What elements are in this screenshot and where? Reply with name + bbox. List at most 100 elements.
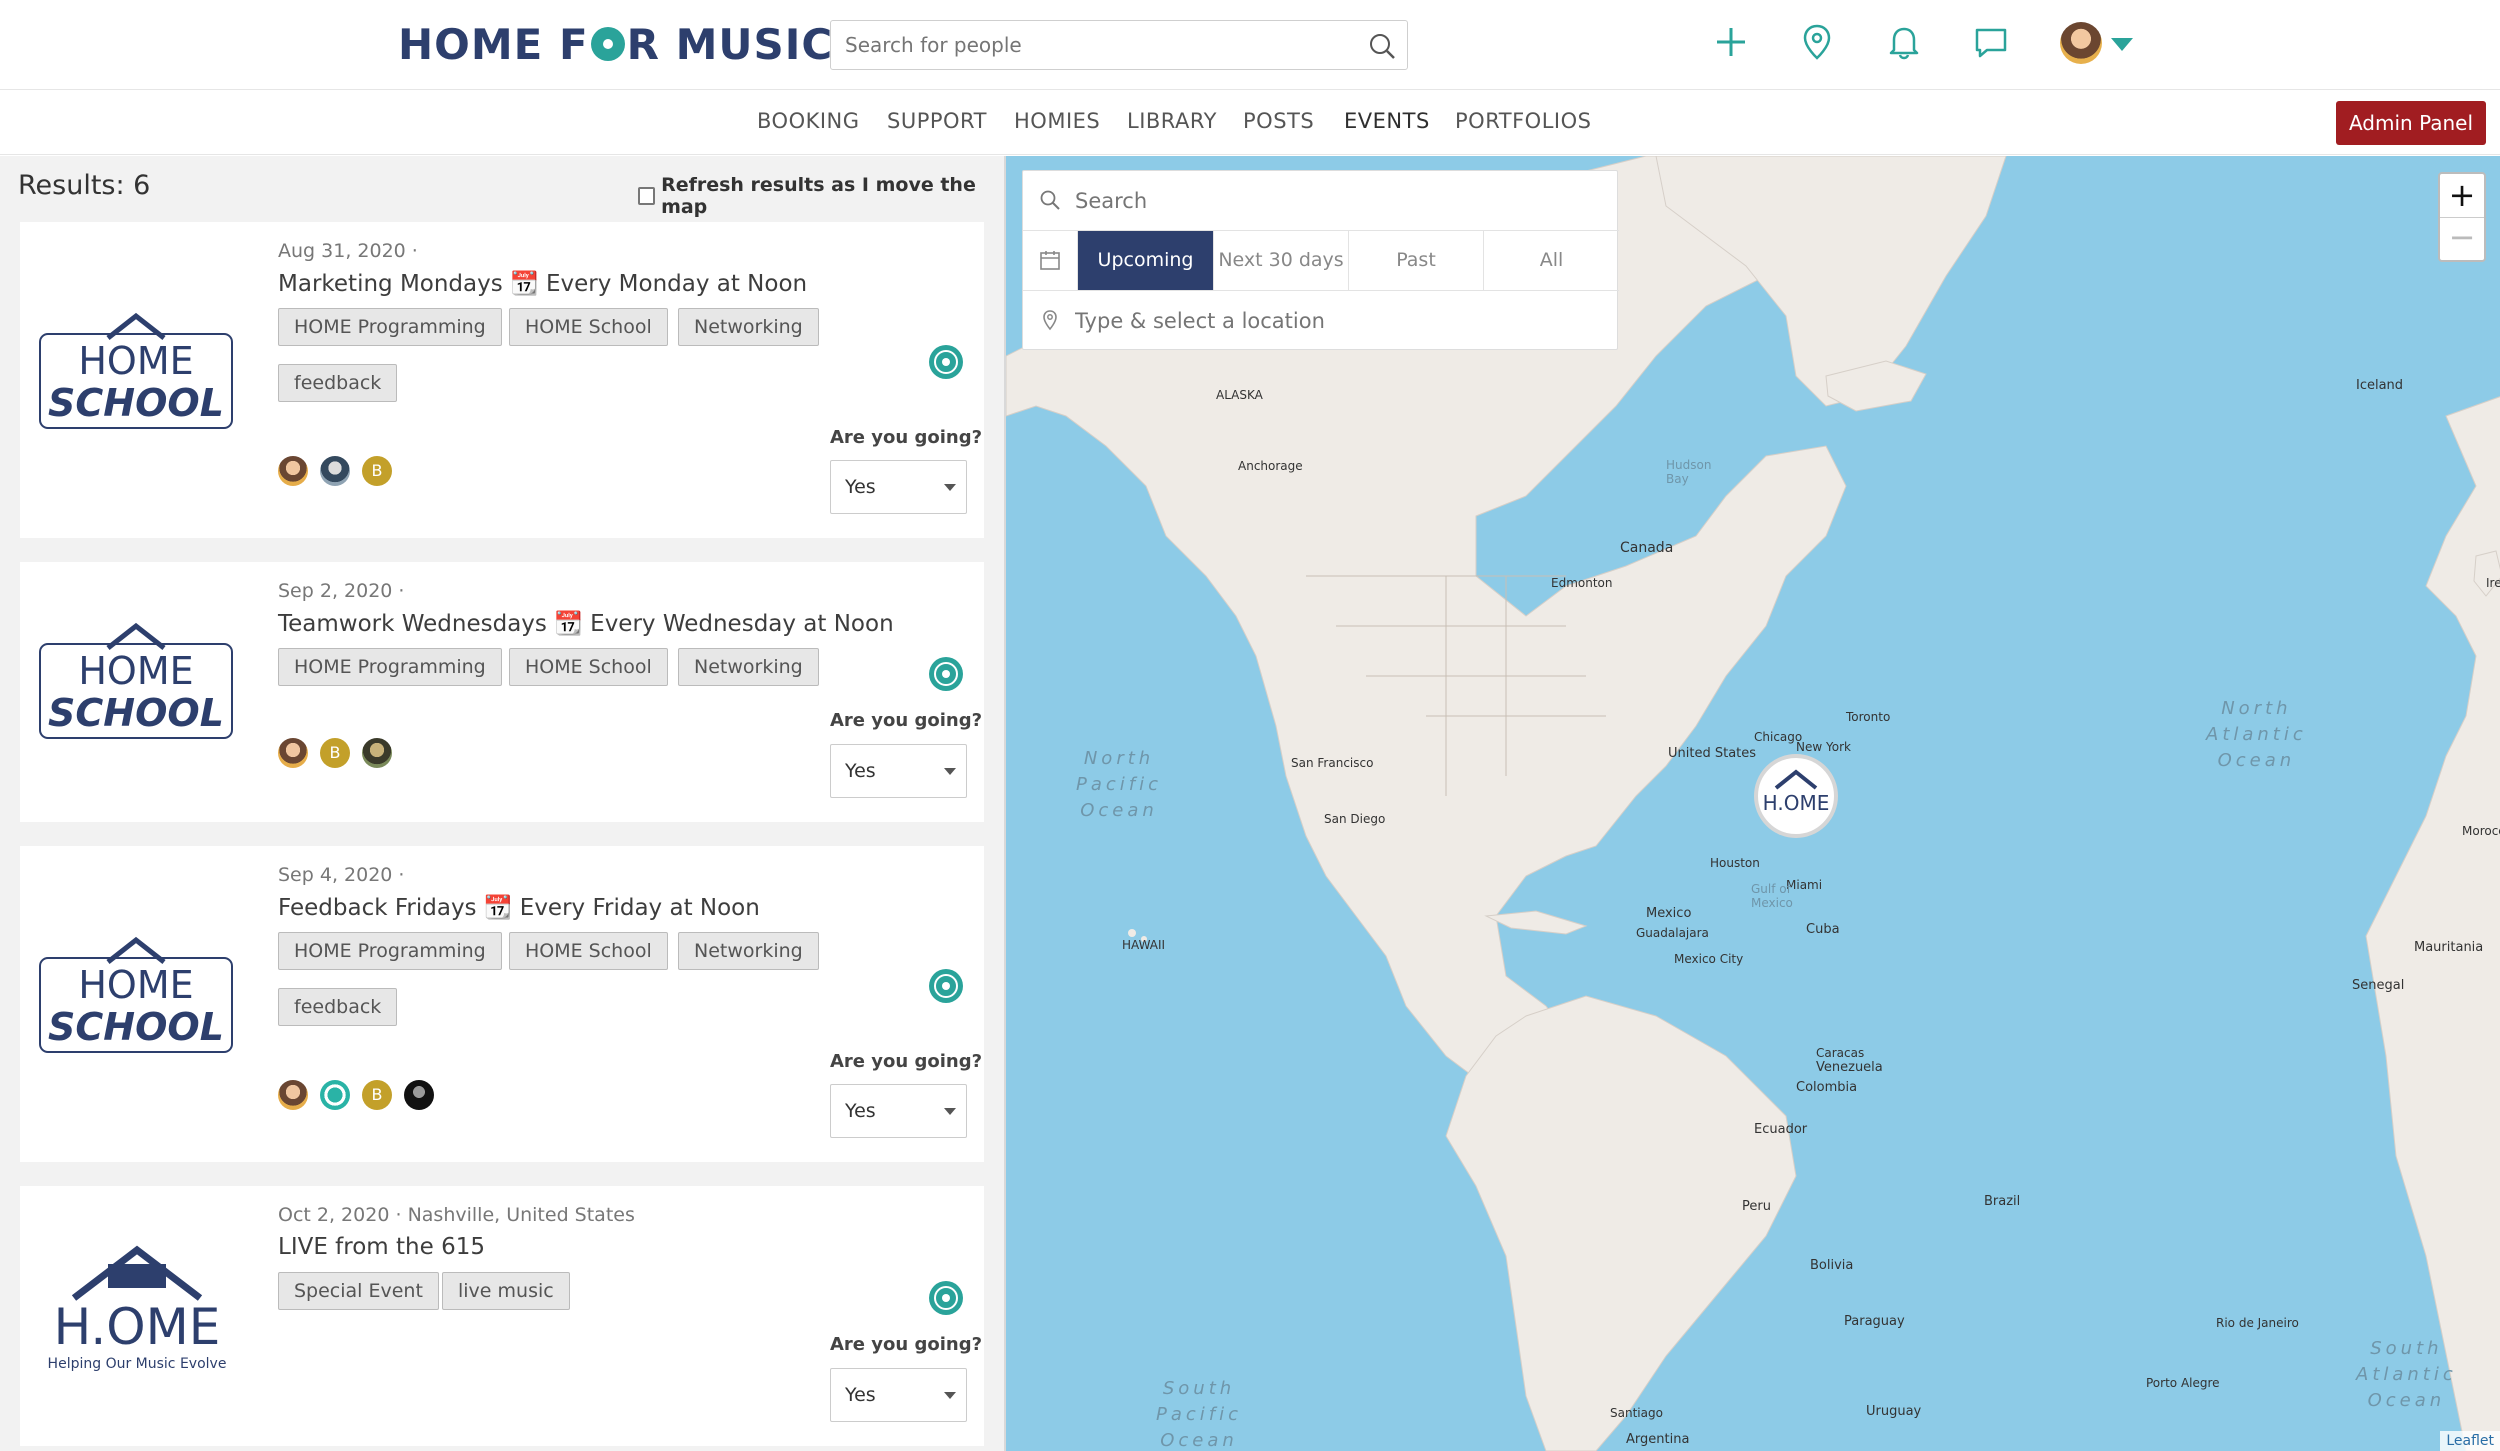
- going-label: Are you going?: [830, 710, 983, 731]
- event-title[interactable]: LIVE from the 615: [278, 1234, 485, 1260]
- attendee-avatar[interactable]: [404, 1080, 434, 1110]
- event-map-marker[interactable]: H.OME: [1754, 754, 1838, 838]
- nav-events[interactable]: EVENTS: [1344, 109, 1430, 133]
- map-label: Mexico: [1646, 906, 1692, 921]
- chat-icon[interactable]: [1971, 22, 2011, 62]
- map-label: Guadalajara: [1636, 926, 1709, 940]
- event-title[interactable]: Teamwork Wednesdays 📆 Every Wednesday at…: [278, 610, 894, 637]
- event-tag[interactable]: Networking: [678, 308, 819, 346]
- attendee-avatar[interactable]: [278, 456, 308, 486]
- nav-library[interactable]: LIBRARY: [1127, 109, 1217, 133]
- map-search-input[interactable]: [1075, 183, 1595, 219]
- refresh-checkbox[interactable]: [638, 187, 656, 205]
- event-card[interactable]: HOME SCHOOL Sep 4, 2020 · Feedback Frida…: [20, 846, 984, 1162]
- event-tag[interactable]: feedback: [278, 988, 398, 1026]
- filter-upcoming[interactable]: Upcoming: [1077, 231, 1213, 290]
- map-label: United States: [1668, 746, 1757, 761]
- rsvp-select[interactable]: Yes: [830, 1368, 967, 1422]
- attendee-avatar[interactable]: B: [362, 456, 392, 486]
- attendee-avatar[interactable]: [278, 1080, 308, 1110]
- event-tag[interactable]: HOME School: [509, 308, 668, 346]
- vinyl-icon: [929, 345, 963, 379]
- nav-portfolios[interactable]: PORTFOLIOS: [1455, 109, 1591, 133]
- event-tag[interactable]: HOME School: [509, 648, 668, 686]
- admin-panel-button[interactable]: Admin Panel: [2336, 101, 2486, 145]
- map-label: Ireland: [2486, 576, 2500, 590]
- user-avatar[interactable]: [2060, 22, 2102, 64]
- events-map[interactable]: North Pacific Ocean North Atlantic Ocean…: [1004, 156, 2500, 1451]
- rsvp-select[interactable]: Yes: [830, 460, 967, 514]
- event-tag[interactable]: feedback: [278, 364, 398, 402]
- ocean-label: North Atlantic Ocean: [2206, 698, 2307, 771]
- vinyl-icon: [929, 657, 963, 691]
- rsvp-select[interactable]: Yes: [830, 1084, 967, 1138]
- attendee-avatar[interactable]: B: [362, 1080, 392, 1110]
- attendee-avatar[interactable]: B: [320, 738, 350, 768]
- location-input[interactable]: [1075, 303, 1595, 339]
- map-label: Peru: [1742, 1199, 1771, 1214]
- refresh-toggle[interactable]: Refresh results as I move the map: [638, 174, 1004, 218]
- map-label: ALASKA: [1216, 388, 1263, 402]
- event-tag[interactable]: Special Event: [278, 1272, 439, 1310]
- site-logo[interactable]: HOME F R MUSIC: [398, 14, 833, 74]
- attendee-avatar[interactable]: [320, 1080, 350, 1110]
- map-label: Senegal: [2352, 978, 2405, 993]
- vinyl-icon: [929, 969, 963, 1003]
- event-card[interactable]: H.OME Helping Our Music Evolve Oct 2, 20…: [20, 1186, 984, 1446]
- filter-next-30-days[interactable]: Next 30 days: [1213, 231, 1348, 290]
- home-marker-icon: H.OME: [1763, 769, 1829, 815]
- people-search-box[interactable]: [830, 20, 1408, 70]
- filter-past[interactable]: Past: [1348, 231, 1483, 290]
- nav-posts[interactable]: POSTS: [1243, 109, 1314, 133]
- event-date: Sep 4, 2020 ·: [278, 864, 405, 886]
- svg-text:HOME: HOME: [78, 339, 193, 383]
- map-label: Venezuela: [1816, 1060, 1883, 1075]
- nav-homies[interactable]: HOMIES: [1014, 109, 1100, 133]
- event-tag[interactable]: HOME Programming: [278, 932, 502, 970]
- map-label: Santiago: [1610, 1406, 1663, 1420]
- bell-icon[interactable]: [1884, 22, 1924, 62]
- event-card[interactable]: HOME SCHOOL Sep 2, 2020 · Teamwork Wedne…: [20, 562, 984, 822]
- event-tag[interactable]: HOME School: [509, 932, 668, 970]
- going-label: Are you going?: [830, 1051, 983, 1072]
- nav-support[interactable]: SUPPORT: [887, 109, 987, 133]
- zoom-in-button[interactable]: +: [2440, 174, 2484, 218]
- map-label: Chicago: [1754, 730, 1803, 744]
- vinyl-icon: [929, 1281, 963, 1315]
- event-tag[interactable]: HOME Programming: [278, 308, 502, 346]
- map-label: Anchorage: [1238, 459, 1303, 473]
- attendee-avatar[interactable]: [362, 738, 392, 768]
- map-search-panel: Upcoming Next 30 days Past All: [1022, 170, 1619, 350]
- search-icon[interactable]: [1367, 31, 1397, 61]
- event-tag[interactable]: Networking: [678, 648, 819, 686]
- map-attribution[interactable]: Leaflet: [2440, 1431, 2500, 1451]
- rsvp-select[interactable]: Yes: [830, 744, 967, 798]
- filter-all[interactable]: All: [1483, 231, 1619, 290]
- chevron-down-icon: [944, 484, 956, 491]
- chevron-down-icon[interactable]: [2111, 38, 2133, 51]
- location-pin-icon[interactable]: [1797, 22, 1837, 62]
- map-label: New York: [1796, 740, 1851, 754]
- map-label: Houston: [1710, 856, 1760, 870]
- map-label: Rio de Janeiro: [2216, 1316, 2299, 1330]
- event-tag[interactable]: HOME Programming: [278, 648, 502, 686]
- home-school-logo: HOME SCHOOL: [39, 622, 233, 739]
- event-card[interactable]: HOME SCHOOL Aug 31, 2020 · Marketing Mon…: [20, 222, 984, 538]
- map-label: Uruguay: [1866, 1404, 1922, 1419]
- attendee-avatar[interactable]: [278, 738, 308, 768]
- event-title[interactable]: Feedback Fridays 📆 Every Friday at Noon: [278, 894, 760, 921]
- map-label: Cuba: [1806, 922, 1840, 937]
- attendee-avatar[interactable]: [320, 456, 350, 486]
- date-filter-row: Upcoming Next 30 days Past All: [1023, 231, 1619, 291]
- map-label: Morocco: [2462, 824, 2500, 838]
- plus-icon[interactable]: [1711, 22, 1751, 62]
- nav-booking[interactable]: BOOKING: [757, 109, 860, 133]
- event-tag[interactable]: Networking: [678, 932, 819, 970]
- people-search-input[interactable]: [831, 21, 1331, 69]
- event-title[interactable]: Marketing Mondays 📆 Every Monday at Noon: [278, 270, 807, 297]
- event-tag[interactable]: live music: [442, 1272, 570, 1310]
- results-pane[interactable]: Results: 6 Refresh results as I move the…: [0, 156, 1004, 1451]
- map-label: Caracas: [1816, 1046, 1865, 1060]
- home-logo: H.OME Helping Our Music Evolve: [48, 1245, 226, 1372]
- zoom-out-button[interactable]: −: [2440, 218, 2484, 260]
